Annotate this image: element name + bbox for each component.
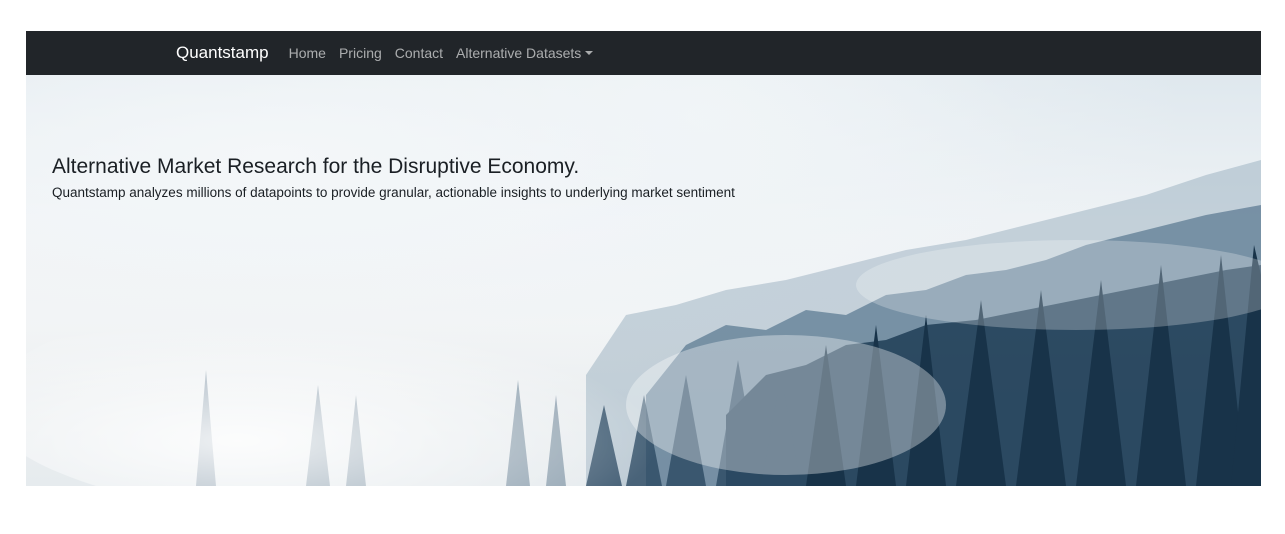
hero-text-block: Alternative Market Research for the Disr… bbox=[52, 155, 735, 200]
nav-dropdown-label: Alternative Datasets bbox=[456, 45, 582, 61]
nav-link-contact[interactable]: Contact bbox=[395, 45, 443, 61]
top-navbar: Quantstamp Home Pricing Contact Alternat… bbox=[26, 31, 1261, 75]
nav-link-home[interactable]: Home bbox=[289, 45, 326, 61]
hero-banner: Alternative Market Research for the Disr… bbox=[26, 75, 1261, 486]
hero-title: Alternative Market Research for the Disr… bbox=[52, 155, 580, 178]
misty-forest-image bbox=[26, 160, 1261, 486]
caret-down-icon bbox=[585, 51, 594, 55]
nav-link-pricing[interactable]: Pricing bbox=[339, 45, 382, 61]
nav-dropdown-alternative-datasets[interactable]: Alternative Datasets bbox=[456, 45, 594, 61]
brand-logo-link[interactable]: Quantstamp bbox=[176, 43, 269, 63]
page-frame: Quantstamp Home Pricing Contact Alternat… bbox=[26, 31, 1261, 486]
hero-subtitle: Quantstamp analyzes millions of datapoin… bbox=[52, 185, 735, 200]
